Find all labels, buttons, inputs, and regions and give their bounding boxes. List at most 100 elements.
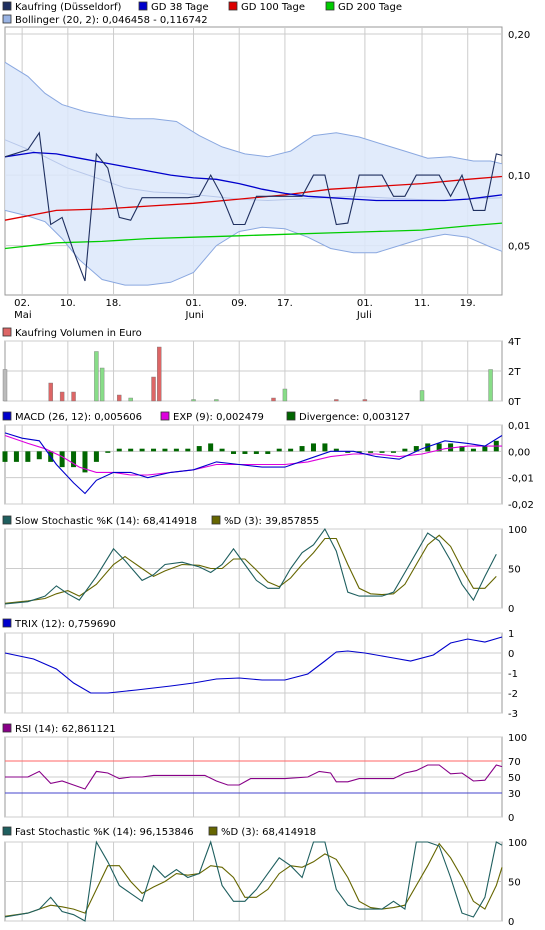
divergence-bar [185,448,191,452]
divergence-bar [208,443,214,452]
divergence-bar [139,448,145,452]
divergence-bar [173,448,179,452]
divergence-bar [253,451,259,454]
divergence-bar [116,448,122,452]
divergence-bar [310,443,316,452]
volume-bar [99,367,105,402]
volume-bar [214,399,219,402]
y-tick-label: 2T [508,367,521,378]
y-tick-label: 50 [508,773,521,784]
divergence-bar [322,443,328,452]
legend-swatch [211,515,221,525]
y-tick-label: 50 [508,565,521,576]
volume-bar [191,399,196,402]
divergence-bar [36,451,42,460]
divergence-bar [379,451,385,453]
volume-bar [128,397,133,402]
x-tick-month: Mai [14,310,32,321]
legend-swatch [138,1,148,11]
y-tick-label: 70 [508,757,521,768]
y-tick-label: -0,01 [508,474,534,485]
legend-swatch [160,411,170,421]
y-tick-label: 0 [508,813,514,824]
legend-swatch [286,411,296,421]
divergence-bar [299,446,305,452]
volume-bar [94,351,99,402]
volume-bar [151,376,156,402]
legend-label: GD 200 Tage [338,2,402,13]
volume-bar [2,369,8,402]
macd-panel: 0,01 0,00 -0,01 -0,02 [2,421,534,511]
x-tick-label: 01. [186,298,202,309]
legend-label: Slow Stochastic %K (14): 68,414918 [15,516,197,527]
y-tick-label: 0,10 [508,171,530,182]
legend-swatch [2,1,12,11]
x-tick-label: 19. [460,298,476,309]
divergence-bar [482,446,488,452]
legend-label: GD 38 Tage [151,2,209,13]
divergence-bar [470,448,476,452]
legend-swatch [2,723,12,733]
legend-label: %D (3): 68,414918 [221,827,316,838]
y-tick-label: 30 [508,789,521,800]
y-tick-label: 1 [508,629,514,640]
y-tick-label: 0,01 [508,421,530,432]
volume-panel: 0T 2T 4T [2,337,521,408]
legend-label: Fast Stochastic %K (14): 96,153846 [15,827,194,838]
legend-label: Kaufring Volumen in Euro [15,328,142,339]
y-tick-label: -0,02 [508,500,534,511]
divergence-bar [59,451,65,468]
divergence-bar [2,451,8,462]
volume-bar [48,382,53,402]
y-tick-label: 0 [508,604,514,615]
legend-swatch [2,14,12,24]
legend-label: TRIX (12): 0,759690 [14,619,116,630]
x-tick-label: 09. [231,298,247,309]
y-tick-label: 50 [508,878,521,889]
divergence-bar [25,451,31,462]
legend-swatch [2,618,12,628]
x-tick-label: 01. [357,298,373,309]
legend-label: Bollinger (20, 2): 0,046458 - 0,116742 [15,15,208,26]
divergence-bar [288,448,294,452]
divergence-bar [196,446,202,452]
legend-swatch [2,515,12,525]
x-tick-label: 02. [14,298,30,309]
divergence-bar [13,451,19,462]
legend-swatch [2,327,12,337]
trix-panel: 1 0 -1 -2 -3 [4,629,518,720]
divergence-bar [242,451,248,454]
legend-label: MACD (26, 12): 0,005606 [15,412,142,423]
slow-stochastic-panel: 0 50 100 [4,525,527,615]
volume-bar [488,369,493,402]
y-tick-label: 0T [508,397,521,408]
volume-bar [271,397,276,402]
y-tick-label: 100 [508,733,527,744]
legend-swatch [2,411,12,421]
volume-bar [419,390,425,402]
legend-label: EXP (9): 0,002479 [173,412,264,423]
x-tick-month: Juli [356,310,372,321]
x-tick-label: 10. [60,298,76,309]
divergence-bar [390,451,396,453]
y-tick-label: -2 [508,689,518,700]
y-tick-label: -3 [508,709,518,720]
legend-swatch [325,1,335,11]
legend-swatch [208,826,218,836]
volume-bar [117,394,122,402]
legend-label: %D (3): 39,857855 [224,516,319,527]
legend-swatch [228,1,238,11]
rsi-panel: 0 30 50 70 100 [4,733,527,824]
divergence-bar [162,448,168,452]
volume-bar [157,346,162,402]
x-tick-label: 11. [414,298,430,309]
price-panel: 0,05 0,10 0,20 [4,26,530,296]
y-tick-label: 0 [508,649,514,660]
legend-label: GD 100 Tage [241,2,305,13]
divergence-bar [402,448,408,452]
volume-bar [362,399,368,402]
stock-chart: Kaufring (Düsseldorf) GD 38 Tage GD 100 Ta… [0,0,545,930]
divergence-bar [231,451,237,454]
x-tick-label: 18. [106,298,122,309]
fast-stochastic-panel: 0 50 100 [4,838,527,928]
